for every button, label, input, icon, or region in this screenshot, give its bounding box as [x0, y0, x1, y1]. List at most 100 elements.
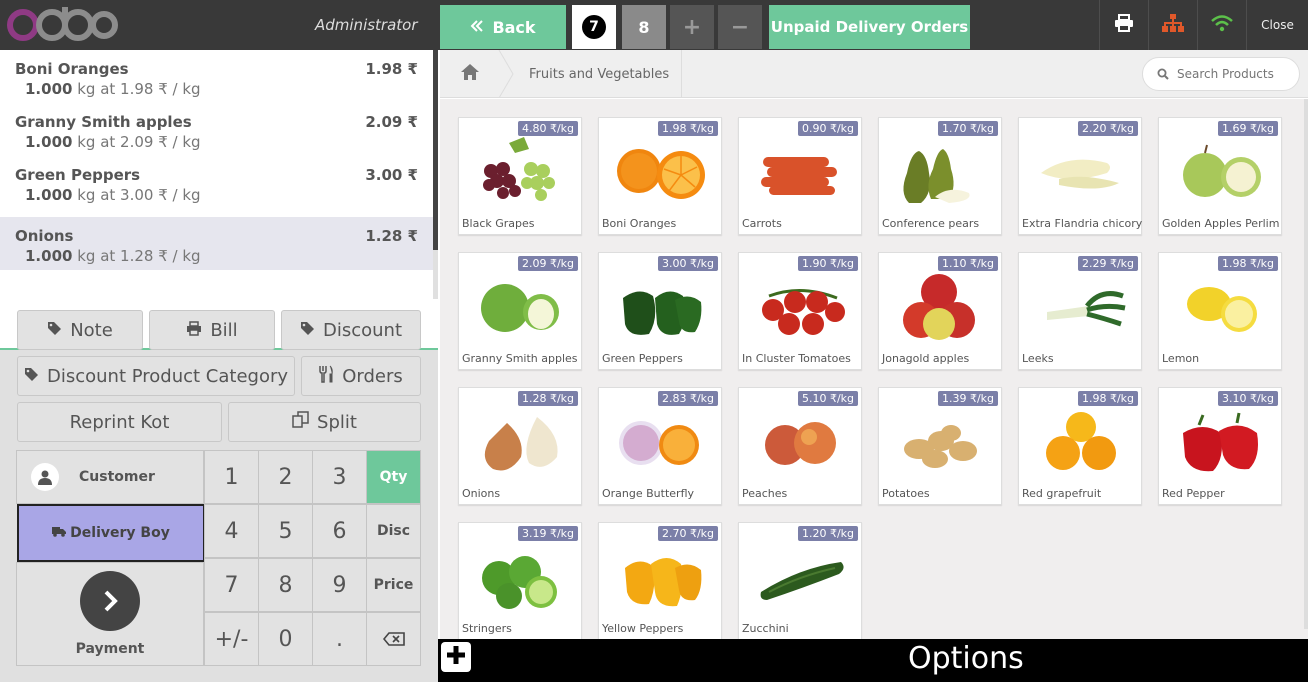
order-line-unit: kg at 1.28 ₹ / kg [77, 247, 201, 265]
product-image [1041, 159, 1119, 189]
order-tab-number: 8 [638, 17, 650, 37]
product-card[interactable]: 2.29 ₹/kg Leeks [1018, 252, 1142, 370]
product-price: 1.28 ₹/kg [517, 391, 578, 406]
backspace-button[interactable] [366, 612, 421, 666]
product-card[interactable]: 2.70 ₹/kg Yellow Peppers [598, 522, 722, 639]
sync-status-button[interactable] [1197, 0, 1245, 50]
product-card[interactable]: 1.98 ₹/kg Lemon [1158, 252, 1282, 370]
numpad-key-0[interactable]: 0 [258, 612, 313, 666]
product-card[interactable]: 3.10 ₹/kg Red Pepper [1158, 387, 1282, 505]
product-card[interactable]: 3.00 ₹/kg Green Peppers [598, 252, 722, 370]
new-order-button[interactable]: + [670, 5, 714, 49]
breadcrumb-category[interactable]: Fruits and Vegetables [512, 50, 683, 98]
search-box[interactable] [1142, 57, 1300, 91]
order-line[interactable]: Granny Smith apples 2.09 ₹ 1.000 kg at 2… [0, 103, 433, 156]
bill-label: Bill [210, 319, 238, 341]
product-image [765, 422, 836, 465]
order-line[interactable]: Green Peppers 3.00 ₹ 1.000 kg at 3.00 ₹ … [0, 156, 433, 209]
customer-button[interactable]: Customer [16, 450, 204, 504]
product-card[interactable]: 1.20 ₹/kg Zucchini [738, 522, 862, 639]
order-tab-8[interactable]: 8 [622, 5, 666, 49]
order-list: Boni Oranges 1.98 ₹ 1.000 kg at 1.98 ₹ /… [0, 50, 433, 299]
pos-topbar: Administrator Back 7 8 + − Unpaid Delive… [0, 0, 1308, 50]
product-card[interactable]: 5.10 ₹/kg Peaches [738, 387, 862, 505]
backspace-icon [382, 627, 405, 652]
odoo-logo [6, 6, 118, 44]
product-image [1047, 291, 1126, 327]
numpad-key-3[interactable]: 3 [312, 450, 367, 504]
split-button[interactable]: Split [228, 402, 421, 442]
product-card[interactable]: 2.09 ₹/kg Granny Smith apples [458, 252, 582, 370]
product-price: 3.10 ₹/kg [1217, 391, 1278, 406]
product-card[interactable]: 1.28 ₹/kg Onions [458, 387, 582, 505]
printer-status-button[interactable] [1099, 0, 1147, 50]
numpad-key-7[interactable]: 7 [204, 558, 259, 612]
mode-qty-button[interactable]: Qty [366, 450, 421, 504]
product-image [903, 274, 975, 340]
numpad-key-6[interactable]: 6 [312, 504, 367, 558]
order-line-name: Green Peppers [15, 166, 141, 184]
numpad-key-sign[interactable]: +/- [204, 612, 259, 666]
reprint-kot-button[interactable]: Reprint Kot [17, 402, 222, 442]
numpad-key-9[interactable]: 9 [312, 558, 367, 612]
unpaid-delivery-orders-button[interactable]: Unpaid Delivery Orders [769, 5, 970, 49]
note-label: Note [70, 319, 113, 341]
home-breadcrumb[interactable] [440, 50, 500, 98]
product-price: 2.83 ₹/kg [657, 391, 718, 406]
numpad-key-1[interactable]: 1 [204, 450, 259, 504]
mode-disc-button[interactable]: Disc [366, 504, 421, 558]
product-card[interactable]: 1.10 ₹/kg Jonagold apples [878, 252, 1002, 370]
product-list-scrollbar[interactable] [1304, 99, 1308, 629]
product-card[interactable]: 2.83 ₹/kg Orange Butterfly [598, 387, 722, 505]
product-card[interactable]: 4.80 ₹/kg Black Grapes [458, 117, 582, 235]
network-status-button[interactable] [1148, 0, 1196, 50]
numpad-key-2[interactable]: 2 [258, 450, 313, 504]
payment-label: Payment [75, 641, 145, 657]
wifi-icon [1210, 14, 1233, 36]
product-card[interactable]: 1.39 ₹/kg Potatoes [878, 387, 1002, 505]
reprint-label: Reprint Kot [69, 411, 170, 433]
orders-button[interactable]: Orders [301, 356, 421, 396]
discount-button[interactable]: Discount [281, 310, 421, 350]
order-line-info: 1.000 kg at 3.00 ₹ / kg [25, 186, 418, 204]
tag-icon [24, 366, 39, 387]
product-image [1046, 412, 1116, 470]
numpad-key-dot[interactable]: . [312, 612, 367, 666]
order-tab-7[interactable]: 7 [572, 5, 616, 49]
back-button[interactable]: Back [440, 5, 566, 49]
product-card[interactable]: 0.90 ₹/kg Carrots [738, 117, 862, 235]
mode-price-button[interactable]: Price [366, 558, 421, 612]
back-label: Back [492, 17, 536, 37]
user-icon [31, 463, 59, 491]
numpad-key-5[interactable]: 5 [258, 504, 313, 558]
product-card[interactable]: 1.69 ₹/kg Golden Apples Perlim [1158, 117, 1282, 235]
discount-category-button[interactable]: Discount Product Category [17, 356, 295, 396]
product-name: Red Pepper [1162, 487, 1225, 500]
plus-icon [445, 644, 467, 670]
product-card[interactable]: 1.98 ₹/kg Boni Oranges [598, 117, 722, 235]
product-price: 2.20 ₹/kg [1077, 121, 1138, 136]
product-card[interactable]: 1.98 ₹/kg Red grapefruit [1018, 387, 1142, 505]
options-bar: Options [438, 639, 1308, 682]
order-line-selected[interactable]: Onions 1.28 ₹ 1.000 kg at 1.28 ₹ / kg [0, 217, 433, 270]
product-card[interactable]: 1.70 ₹/kg Conference pears [878, 117, 1002, 235]
customer-label: Customer [79, 469, 155, 485]
order-line[interactable]: Boni Oranges 1.98 ₹ 1.000 kg at 1.98 ₹ /… [0, 50, 433, 103]
note-button[interactable]: Note [17, 310, 143, 350]
plus-icon: + [682, 14, 702, 40]
close-button[interactable]: Close [1246, 0, 1308, 50]
numpad-key-4[interactable]: 4 [204, 504, 259, 558]
payment-button[interactable]: Payment [16, 562, 204, 666]
numpad-key-8[interactable]: 8 [258, 558, 313, 612]
options-toggle-button[interactable] [441, 642, 471, 672]
delete-order-button[interactable]: − [718, 5, 762, 49]
bill-button[interactable]: Bill [149, 310, 275, 350]
order-list-scrollbar[interactable] [433, 50, 438, 250]
product-card[interactable]: 3.19 ₹/kg Stringers [458, 522, 582, 639]
product-card[interactable]: 2.20 ₹/kg Extra Flandria chicory [1018, 117, 1142, 235]
delivery-boy-button[interactable]: Delivery Boy [17, 504, 205, 562]
product-price: 1.10 ₹/kg [937, 256, 998, 271]
product-card[interactable]: 1.90 ₹/kg In Cluster Tomatoes [738, 252, 862, 370]
product-price: 2.70 ₹/kg [657, 526, 718, 541]
search-input[interactable] [1177, 67, 1287, 81]
